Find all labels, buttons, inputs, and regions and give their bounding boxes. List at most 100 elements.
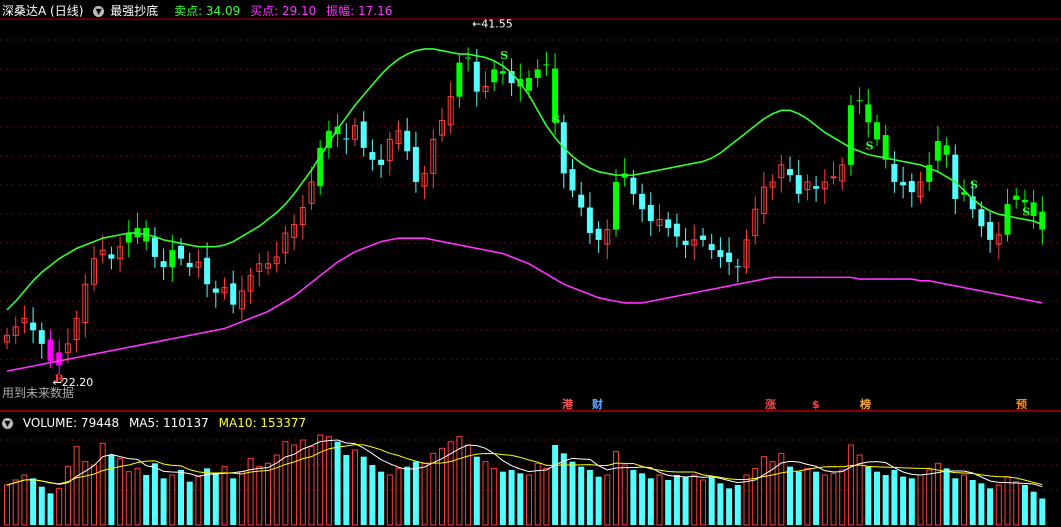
candle xyxy=(1013,195,1020,200)
volume-bar xyxy=(299,439,306,526)
candle xyxy=(630,177,637,194)
volume-bar xyxy=(1021,485,1028,525)
volume-bar xyxy=(378,471,385,525)
volume-bar xyxy=(874,471,880,525)
volume-bar xyxy=(586,470,593,525)
candle xyxy=(108,254,115,259)
dropdown-circle-icon[interactable]: ▼ xyxy=(2,418,13,429)
candle xyxy=(934,141,941,161)
volume-bar xyxy=(47,493,54,525)
price-header: 深桑达A (日线) ▼ 最强抄底 卖点: 34.09 买点: 29.10 振幅: … xyxy=(2,2,398,20)
candle xyxy=(952,154,959,199)
volume-bar xyxy=(404,466,411,525)
candle xyxy=(865,104,872,123)
volume-bar xyxy=(125,471,132,526)
volume-bar xyxy=(73,446,80,526)
candle xyxy=(343,138,350,140)
candle xyxy=(639,193,646,210)
volume-bar xyxy=(256,466,263,526)
candle xyxy=(891,164,898,182)
volume-bar xyxy=(38,486,45,525)
volume-bar xyxy=(212,473,219,525)
candle xyxy=(1039,211,1046,230)
volume-bar xyxy=(143,475,150,525)
volume-bar xyxy=(630,470,637,525)
volume-bar xyxy=(134,467,141,526)
candle xyxy=(543,64,550,66)
badge-forecast[interactable]: 预 xyxy=(1014,398,1029,412)
lower-band-line xyxy=(6,237,1043,372)
candle xyxy=(943,145,950,155)
volume-bar xyxy=(760,456,767,526)
ma5-label: MA5: 110137 xyxy=(128,416,209,430)
sell-marker: S xyxy=(1022,206,1030,219)
volume-bar xyxy=(508,470,515,525)
candle xyxy=(847,105,854,165)
volume-bar xyxy=(473,456,480,525)
badge-hk[interactable]: 港 xyxy=(560,398,575,412)
volume-bar xyxy=(621,464,628,526)
volume-bar xyxy=(673,475,680,525)
candle xyxy=(534,69,541,78)
candle xyxy=(787,169,793,176)
volume-bar xyxy=(682,476,689,525)
candle xyxy=(204,257,211,285)
volume-bar xyxy=(804,467,811,526)
volume-bar xyxy=(743,474,750,526)
ma10-label: MA10: 153377 xyxy=(218,416,307,430)
candle xyxy=(378,159,385,165)
amplitude-label: 振幅: 17.16 xyxy=(326,4,393,18)
sell-point-label: 卖点: 34.09 xyxy=(174,4,241,18)
candle xyxy=(595,228,602,240)
volume-bar xyxy=(369,465,376,525)
volume-bar xyxy=(21,474,28,526)
candle xyxy=(125,233,132,243)
volume-bar xyxy=(1013,481,1020,526)
candle xyxy=(456,62,463,97)
volume-bar xyxy=(569,461,576,525)
volume-bar xyxy=(726,488,733,525)
volume-bar xyxy=(847,444,854,526)
candle xyxy=(647,204,654,222)
candle xyxy=(569,169,576,191)
candle xyxy=(360,121,367,148)
dropdown-circle-icon[interactable]: ▼ xyxy=(93,6,105,17)
volume-bar xyxy=(317,434,324,526)
candle xyxy=(473,61,480,92)
volume-bar xyxy=(926,469,933,526)
stock-title[interactable]: 深桑达A (日线) xyxy=(2,4,83,18)
candle xyxy=(1030,202,1037,217)
volume-bar xyxy=(795,471,802,525)
candle xyxy=(665,219,672,228)
volume-bar xyxy=(412,461,419,525)
volume-bar xyxy=(64,466,71,526)
volume-bar xyxy=(395,467,402,526)
candle xyxy=(830,176,837,179)
indicator-name[interactable]: ▼ 最强抄底 xyxy=(93,4,164,18)
volume-bar xyxy=(752,467,759,526)
badge-dollar[interactable]: $ xyxy=(810,398,822,412)
candle xyxy=(673,223,680,237)
volume-bar xyxy=(291,444,298,526)
candle xyxy=(708,244,715,251)
candle xyxy=(499,71,506,74)
volume-bar xyxy=(526,474,532,526)
candle xyxy=(230,283,237,305)
badge-list[interactable]: 榜 xyxy=(858,398,873,412)
volume-bar xyxy=(334,441,341,525)
volume-label: VOLUME: 79448 xyxy=(22,416,120,430)
volume-bar xyxy=(221,466,228,526)
badge-rise[interactable]: 涨 xyxy=(763,398,778,412)
volume-bar xyxy=(552,445,559,525)
volume-bar xyxy=(186,481,193,525)
volume-bar xyxy=(578,466,585,525)
badge-finance[interactable]: 财 xyxy=(590,398,605,412)
candle xyxy=(47,339,54,361)
volume-bar xyxy=(386,474,393,526)
volume-bar xyxy=(813,471,820,525)
volume-bar xyxy=(421,462,428,526)
candle xyxy=(987,221,994,240)
volume-bar xyxy=(247,457,254,526)
volume-bar xyxy=(352,449,358,526)
volume-bar xyxy=(560,453,567,525)
